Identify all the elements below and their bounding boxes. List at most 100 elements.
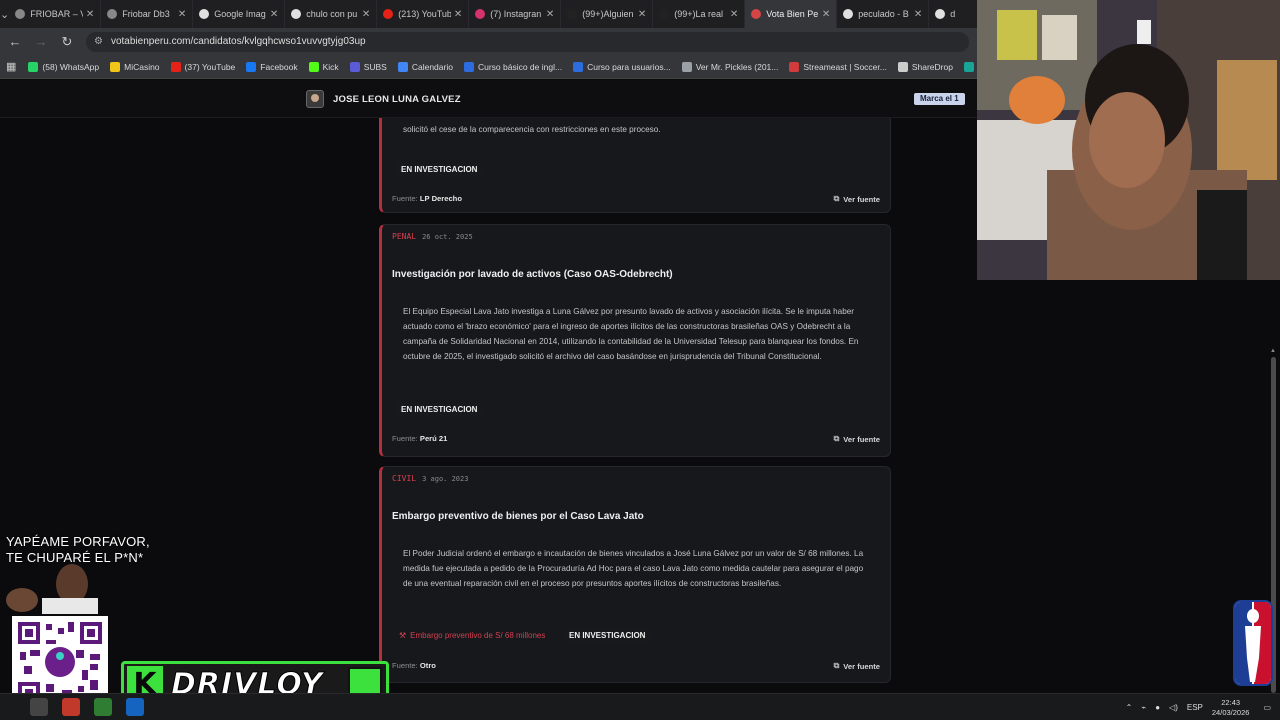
bookmark-favicon-icon [170, 61, 181, 72]
bookmark-label: Ver Mr. Pickles (201... [695, 61, 779, 72]
bookmark-favicon-icon [789, 61, 800, 72]
record-source: Fuente: Otro [392, 661, 436, 670]
tab-close-icon[interactable]: ✕ [454, 9, 462, 20]
bookmark-item[interactable]: Facebook [246, 61, 298, 72]
browser-tab[interactable]: d✕ [929, 0, 977, 28]
record-source: Fuente: LP Derecho [392, 194, 462, 203]
apps-grid-icon[interactable]: ▦ [6, 60, 16, 73]
tab-close-icon[interactable]: ✕ [546, 9, 554, 20]
notification-icon[interactable]: ▭ [1263, 703, 1271, 712]
tab-favicon-icon [475, 9, 486, 19]
tab-favicon-icon [659, 9, 670, 19]
mascot-image [6, 564, 98, 614]
browser-tab[interactable]: peculado - B ✕ [837, 0, 930, 28]
browser-tab[interactable]: FRIOBAR – V ✕ [9, 0, 102, 28]
tab-title: (7) Instagran [490, 9, 542, 19]
tab-close-icon[interactable]: ✕ [914, 9, 922, 20]
record-card: solicitó el cese de la comparecencia con… [379, 118, 891, 213]
view-source-link[interactable]: ⧉ Ver fuente [834, 434, 880, 444]
bookmark-label: SUBS [363, 61, 387, 72]
taskbar-app-icon[interactable] [30, 698, 48, 716]
bookmark-item[interactable]: Kick [308, 61, 339, 72]
tab-close-icon[interactable]: ✕ [362, 9, 370, 20]
bookmark-favicon-icon [573, 61, 584, 72]
browser-tab[interactable]: Google Imag ✕ [193, 0, 286, 28]
tab-title: (213) YouTub [398, 9, 451, 19]
bookmark-favicon-icon [897, 61, 908, 72]
nba-style-logo [1233, 600, 1273, 686]
taskbar-app-icon[interactable] [62, 698, 80, 716]
bookmark-item[interactable]: Photopea [963, 61, 977, 72]
taskbar-app-icon[interactable] [126, 698, 144, 716]
bookmark-item[interactable]: Ver Mr. Pickles (201... [681, 61, 779, 72]
bookmark-item[interactable]: SUBS [349, 61, 387, 72]
tab-favicon-icon [751, 9, 762, 19]
tab-close-icon[interactable]: ✕ [178, 9, 186, 20]
bookmark-favicon-icon [397, 61, 408, 72]
bookmark-item[interactable]: (37) YouTube [170, 61, 235, 72]
microphone-icon[interactable]: ● [1155, 703, 1160, 712]
network-icon[interactable]: ⌁ [1141, 703, 1146, 712]
record-description: El Poder Judicial ordenó el embargo e in… [403, 549, 864, 588]
browser-tab[interactable]: (7) Instagran ✕ [469, 0, 562, 28]
browser-tab-strip: ⌄ FRIOBAR – V ✕ Friobar Db3 ✕ Google Imag ✕ ch… [0, 0, 977, 28]
bookmark-favicon-icon [963, 61, 974, 72]
bookmark-item[interactable]: ShareDrop [897, 61, 953, 72]
record-card: CIVIL 3 ago. 2023 Embargo preventivo de … [379, 466, 891, 683]
view-source-link[interactable]: ⧉ Ver fuente [834, 194, 880, 204]
candidate-avatar [306, 90, 324, 108]
tab-close-icon[interactable]: ✕ [822, 9, 830, 20]
bookmark-label: Calendario [411, 61, 453, 72]
tab-close-icon[interactable]: ✕ [638, 9, 646, 20]
record-title: Embargo preventivo de bienes por el Caso… [392, 511, 644, 522]
browser-tab[interactable]: Vota Bien Pe ✕ [745, 0, 838, 28]
address-bar[interactable]: ⚙ votabienperu.com/candidatos/kvlgqhcwso… [86, 31, 969, 52]
back-arrow-icon[interactable]: ← [4, 31, 26, 53]
record-source: Fuente: Perú 21 [392, 434, 448, 443]
webcam-overlay [977, 0, 1280, 280]
marca-badge[interactable]: Marca el 1 [914, 93, 965, 105]
tab-close-icon[interactable]: ✕ [86, 9, 94, 20]
tab-search-chevron-icon[interactable]: ⌄ [0, 0, 9, 28]
language-indicator[interactable]: ESP [1187, 703, 1203, 712]
tab-close-icon[interactable]: ✕ [270, 9, 278, 20]
bookmark-label: Streameast | Soccer... [803, 61, 887, 72]
taskbar-app-icon[interactable] [94, 698, 112, 716]
bookmark-label: Facebook [260, 61, 298, 72]
forward-arrow-icon[interactable]: → [30, 31, 52, 53]
view-source-link[interactable]: ⧉ Ver fuente [834, 661, 880, 671]
record-date: 26 oct. 2025 [422, 232, 473, 241]
tab-close-icon[interactable]: ✕ [730, 9, 738, 20]
bookmark-item[interactable]: Curso para usuarios... [573, 61, 671, 72]
external-link-icon: ⧉ [833, 194, 840, 203]
scroll-up-icon[interactable]: ▲ [1270, 348, 1276, 354]
system-clock[interactable]: 22:43 24/03/2026 [1212, 698, 1250, 718]
status-badge: EN INVESTIGACION [564, 629, 651, 642]
bookmark-list: (58) WhatsApp MiCasino (37) YouTube Faceboo… [28, 61, 977, 72]
tab-list: FRIOBAR – V ✕ Friobar Db3 ✕ Google Imag ✕ chul… [9, 0, 977, 28]
navigation-bar: ← → ↻ ⚙ votabienperu.com/candidatos/kvlg… [0, 28, 977, 55]
bookmark-item[interactable]: Calendario [397, 61, 453, 72]
tab-favicon-icon [935, 9, 946, 19]
tab-favicon-icon [15, 9, 26, 19]
bookmark-item[interactable]: Curso básico de ingl... [463, 61, 563, 72]
bookmark-item[interactable]: MiCasino [110, 61, 160, 72]
bookmark-item[interactable]: Streameast | Soccer... [789, 61, 887, 72]
browser-tab[interactable]: Friobar Db3 ✕ [101, 0, 194, 28]
browser-tab[interactable]: chulo con pu ✕ [285, 0, 378, 28]
volume-icon[interactable]: ◁) [1169, 703, 1178, 712]
record-meta: CIVIL 3 ago. 2023 [392, 474, 468, 483]
bookmark-item[interactable]: (58) WhatsApp [28, 61, 99, 72]
reload-icon[interactable]: ↻ [56, 31, 78, 53]
screen: ⌄ FRIOBAR – V ✕ Friobar Db3 ✕ Google Imag ✕ ch… [0, 0, 1280, 720]
bookmark-favicon-icon [246, 61, 257, 72]
browser-tab[interactable]: (213) YouTub ✕ [377, 0, 470, 28]
bookmark-label: Curso básico de ingl... [477, 61, 563, 72]
browser-tab[interactable]: (99+)Alguien ✕ [561, 0, 654, 28]
tab-favicon-icon [567, 9, 578, 19]
tab-title: chulo con pu [306, 9, 358, 19]
browser-tab[interactable]: (99+)La real ✕ [653, 0, 746, 28]
tray-chevron-icon[interactable]: ⌃ [1126, 703, 1133, 712]
site-info-icon[interactable]: ⚙ [94, 36, 103, 47]
candidate-header: JOSE LEON LUNA GALVEZ [306, 90, 461, 108]
